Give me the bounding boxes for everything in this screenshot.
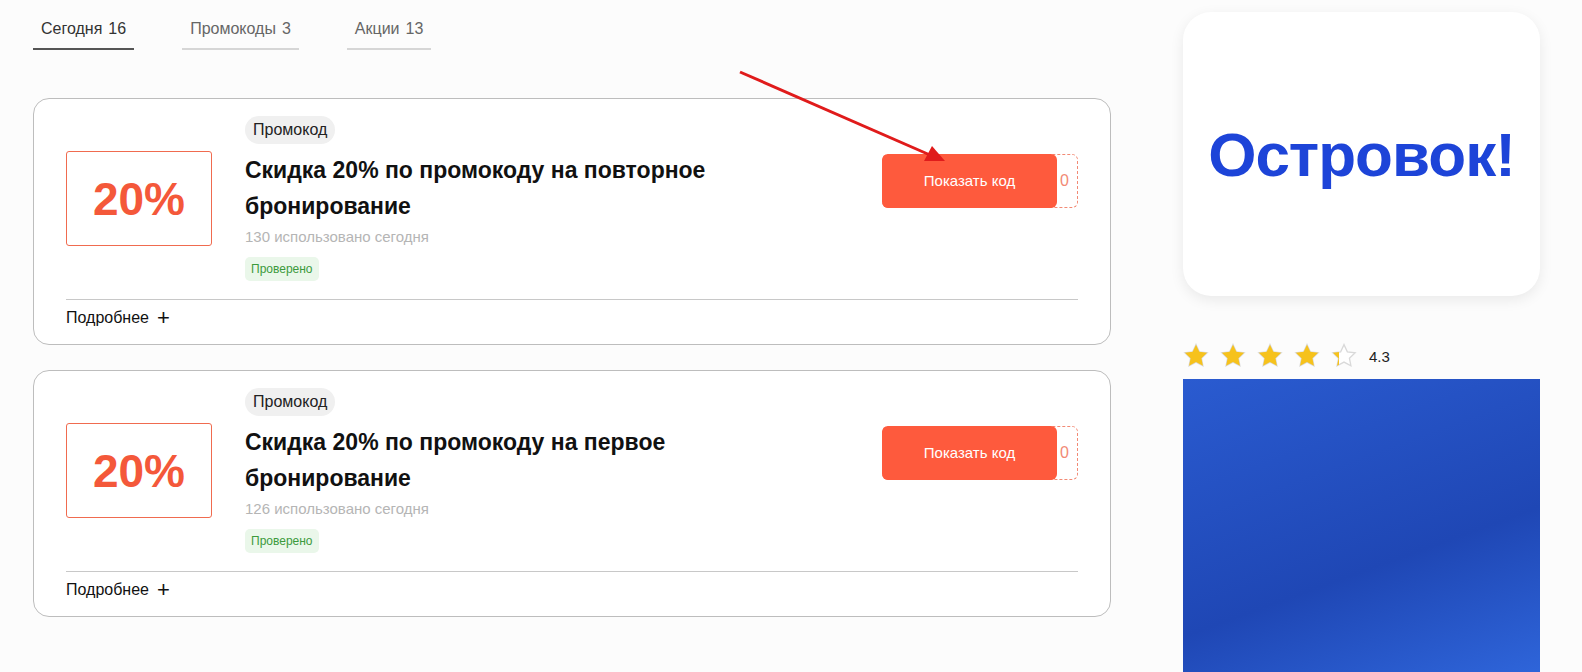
- offer-type-badge: Промокод: [245, 388, 335, 416]
- details-label: Подробнее: [66, 309, 149, 327]
- show-code-button[interactable]: Показать код: [882, 154, 1057, 208]
- discount-box: 20%: [66, 423, 212, 518]
- usage-count: 126 использовано сегодня: [245, 498, 429, 520]
- sidebar: Островок! 4.3: [1183, 0, 1540, 672]
- star-icon: [1294, 343, 1320, 369]
- code-peek: 0: [1060, 444, 1077, 462]
- plus-icon: +: [157, 309, 170, 327]
- offer-title: Скидка 20% по промокоду на первое бронир…: [245, 424, 785, 496]
- tab-count: 16: [108, 20, 126, 38]
- page: Сегодня 16 Промокоды 3 Акции 13 20% Промок…: [0, 0, 1582, 672]
- offer-type-badge: Промокод: [245, 116, 335, 144]
- brand-logo: Островок!: [1208, 119, 1515, 190]
- star-icon: [1183, 343, 1209, 369]
- offer-title: Скидка 20% по промокоду на повторное бро…: [245, 152, 785, 224]
- offers-column: Сегодня 16 Промокоды 3 Акции 13 20% Промок…: [33, 0, 1111, 672]
- tab-count: 3: [282, 20, 291, 38]
- offer-body: 20% Промокод Скидка 20% по промокоду на …: [66, 371, 1078, 572]
- star-row: [1183, 343, 1357, 369]
- usage-count: 130 использовано сегодня: [245, 226, 429, 248]
- offer-info: Промокод Скидка 20% по промокоду на повт…: [245, 116, 882, 281]
- tab-label: Акции: [355, 20, 400, 38]
- offer-card: 20% Промокод Скидка 20% по промокоду на …: [33, 370, 1111, 617]
- tab-bar: Сегодня 16 Промокоды 3 Акции 13: [33, 14, 1111, 50]
- details-label: Подробнее: [66, 581, 149, 599]
- code-reveal[interactable]: 0 Показать код: [882, 426, 1078, 480]
- tab[interactable]: Сегодня 16: [33, 14, 134, 50]
- offer-info: Промокод Скидка 20% по промокоду на перв…: [245, 388, 882, 553]
- tab-count: 13: [406, 20, 424, 38]
- offer-body: 20% Промокод Скидка 20% по промокоду на …: [66, 99, 1078, 300]
- verified-badge: Проверено: [245, 529, 319, 553]
- code-reveal[interactable]: 0 Показать код: [882, 154, 1078, 208]
- star-icon: [1331, 343, 1357, 369]
- offer-card: 20% Промокод Скидка 20% по промокоду на …: [33, 98, 1111, 345]
- offer-list: 20% Промокод Скидка 20% по промокоду на …: [33, 98, 1111, 617]
- star-icon: [1257, 343, 1283, 369]
- show-code-button[interactable]: Показать код: [882, 426, 1057, 480]
- logo-card: Островок!: [1183, 12, 1540, 296]
- verified-badge: Проверено: [245, 257, 319, 281]
- details-toggle[interactable]: Подробнее +: [66, 572, 1078, 616]
- tab[interactable]: Акции 13: [347, 14, 432, 50]
- tab[interactable]: Промокоды 3: [182, 14, 299, 50]
- discount-box: 20%: [66, 151, 212, 246]
- tab-label: Сегодня: [41, 20, 102, 38]
- details-toggle[interactable]: Подробнее +: [66, 300, 1078, 344]
- rating: 4.3: [1183, 343, 1540, 369]
- plus-icon: +: [157, 581, 170, 599]
- star-icon: [1220, 343, 1246, 369]
- code-peek: 0: [1060, 172, 1077, 190]
- rating-value: 4.3: [1369, 348, 1390, 365]
- annotation-arrow-icon: [0, 0, 1582, 672]
- telegram-banner[interactable]: [1183, 379, 1540, 672]
- tab-label: Промокоды: [190, 20, 276, 38]
